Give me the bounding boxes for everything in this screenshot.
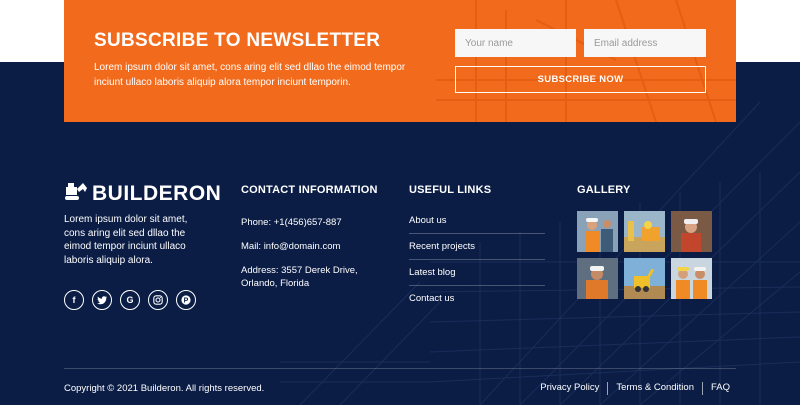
terms-link[interactable]: Terms & Condition [616,382,694,395]
about-text: Lorem ipsum dolor sit amet, cons aring e… [64,214,188,266]
gallery-image[interactable] [577,211,618,252]
name-input[interactable] [455,29,576,57]
gallery-image[interactable] [671,211,712,252]
newsletter-title: SUBSCRIBE TO NEWSLETTER [94,30,381,51]
facebook-icon[interactable]: f [64,290,84,310]
privacy-policy-link[interactable]: Privacy Policy [540,382,599,395]
pinterest-icon[interactable]: P [176,290,196,310]
newsletter-description: Lorem ipsum dolor sit amet, cons aring e… [94,62,406,88]
bottom-links: Privacy Policy Terms & Condition FAQ [540,382,730,395]
instagram-icon[interactable] [148,290,168,310]
contact-mail[interactable]: Mail: info@domain.com [241,240,378,253]
logo-text: BUILDERON [92,181,222,205]
link-about-us[interactable]: About us [409,208,545,234]
social-links: f G P [64,290,196,310]
gallery-image[interactable] [624,258,665,299]
newsletter-banner: SUBSCRIBE TO NEWSLETTER Lorem ipsum dolo… [64,0,736,122]
link-separator [607,382,609,395]
link-contact-us[interactable]: Contact us [409,286,545,311]
excavator-icon [64,180,88,207]
svg-text:P: P [184,298,189,305]
subscribe-button[interactable]: SUBSCRIBE NOW [455,66,706,93]
google-icon[interactable]: G [120,290,140,310]
link-recent-projects[interactable]: Recent projects [409,234,545,260]
contact-phone[interactable]: Phone: +1(456)657-887 [241,216,378,229]
gallery-image[interactable] [577,258,618,299]
link-separator [701,382,703,395]
copyright-text: Copyright © 2021 Builderon. All rights r… [64,383,265,394]
gallery-title: GALLERY [577,184,631,196]
twitter-icon[interactable] [92,290,112,310]
logo[interactable]: BUILDERON [64,180,221,207]
useful-links-list: About us Recent projects Latest blog Con… [409,208,545,311]
gallery-image[interactable] [671,258,712,299]
faq-link[interactable]: FAQ [711,382,730,395]
contact-title: CONTACT INFORMATION [241,184,378,196]
bottom-divider [64,368,736,369]
gallery-grid [577,211,712,299]
email-input[interactable] [584,29,706,57]
contact-address: Address: 3557 Derek Drive, Orlando, Flor… [241,265,358,289]
useful-links-title: USEFUL LINKS [409,184,492,196]
useful-links-column: USEFUL LINKS About us Recent projects La… [409,184,545,311]
gallery-image[interactable] [624,211,665,252]
contact-column: CONTACT INFORMATION Phone: +1(456)657-88… [241,184,378,290]
gallery-column: GALLERY [577,184,712,299]
link-latest-blog[interactable]: Latest blog [409,260,545,286]
